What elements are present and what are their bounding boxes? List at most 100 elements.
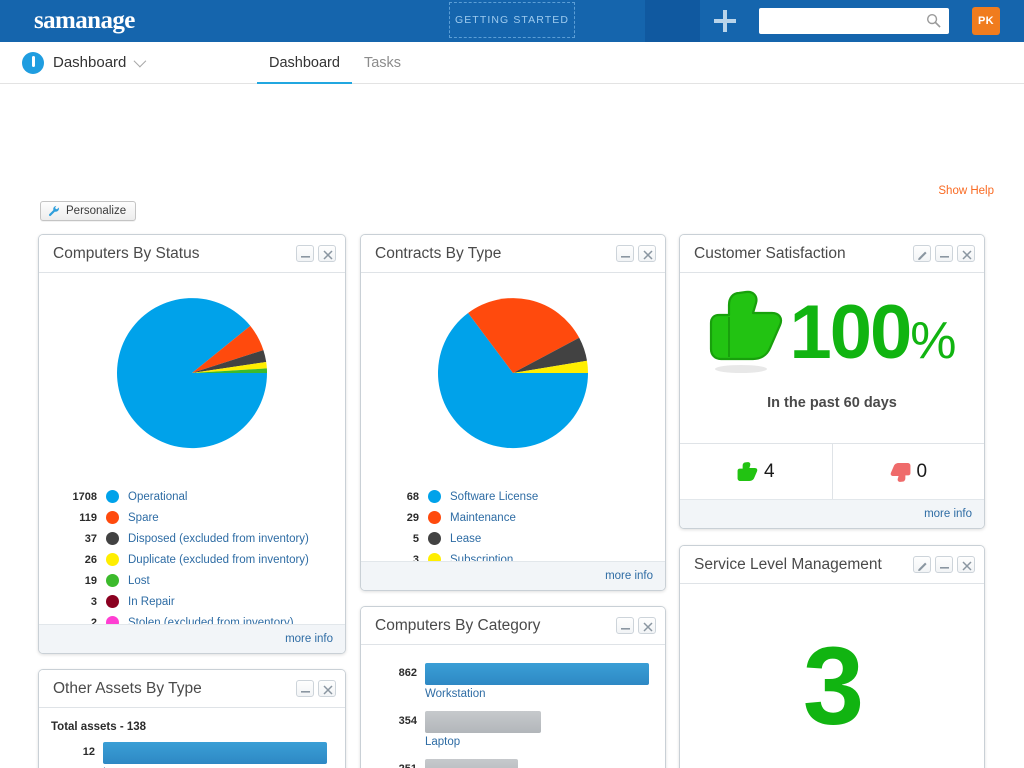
close-icon[interactable] (318, 245, 336, 262)
legend-value: 68 (406, 490, 419, 503)
show-help-link[interactable]: Show Help (938, 185, 994, 197)
legend-swatch (106, 511, 119, 524)
getting-started-button[interactable]: GETTING STARTED (449, 2, 575, 38)
legend-label: Spare (128, 511, 159, 524)
bar-track (425, 663, 649, 685)
personalize-label: Personalize (66, 205, 127, 217)
avatar[interactable]: PK (972, 7, 1000, 35)
search-icon (926, 13, 941, 28)
tab-dashboard[interactable]: Dashboard (257, 42, 352, 85)
legend-label: In Repair (128, 595, 175, 608)
legend-item[interactable]: 68 Software License (361, 486, 665, 507)
edit-pencil-icon[interactable] (913, 245, 931, 262)
widget-controls (616, 617, 656, 634)
close-icon[interactable] (638, 245, 656, 262)
bar-item[interactable]: 251 Server + VMware (371, 759, 665, 768)
bar-value: 12 (82, 746, 95, 758)
dashboard-content: Show Help Personalize Computers By Statu… (0, 84, 1024, 768)
legend-swatch (106, 553, 119, 566)
legend-item[interactable]: 26 Duplicate (excluded from inventory) (39, 549, 345, 570)
close-icon[interactable] (957, 245, 975, 262)
tab-tasks[interactable]: Tasks (352, 42, 413, 84)
breach-count: 3 (802, 625, 864, 748)
legend-swatch (106, 532, 119, 545)
legend-item[interactable]: 37 Disposed (excluded from inventory) (39, 528, 345, 549)
legend-label: Maintenance (450, 511, 516, 524)
widget-title: Computers By Status (53, 244, 200, 262)
legend-item[interactable]: 3 In Repair (39, 591, 345, 612)
satisfaction-breakdown: 4 0 (680, 443, 984, 500)
legend-value: 19 (84, 574, 97, 587)
close-icon[interactable] (638, 617, 656, 634)
widget-contracts-by-type: Contracts By Type 68 Software License 29… (360, 234, 666, 591)
edit-pencil-icon[interactable] (913, 556, 931, 573)
legend-swatch (428, 490, 441, 503)
widget-controls (616, 245, 656, 262)
global-search[interactable] (759, 8, 949, 34)
more-info-link[interactable]: more info (605, 570, 653, 582)
minimize-icon[interactable] (935, 556, 953, 573)
bar-item[interactable]: 12 Laptop (49, 742, 345, 768)
add-new-icon[interactable] (713, 9, 737, 33)
bar-track (425, 711, 541, 733)
minimize-icon[interactable] (616, 617, 634, 634)
widget-service-level-management: Service Level Management 3 Breaches in 3… (679, 545, 985, 768)
thumbs-down-cell[interactable]: 0 (831, 444, 985, 500)
widget-body: 1708 Operational 119 Spare 37 Disposed (… (39, 273, 345, 633)
widget-header: Service Level Management (680, 546, 984, 584)
pie-legend: 1708 Operational 119 Spare 37 Disposed (… (39, 486, 345, 633)
close-icon[interactable] (318, 680, 336, 697)
more-info-link[interactable]: more info (285, 633, 333, 645)
thumbs-down-icon (891, 462, 911, 482)
widget-body: 3 Breaches in 3 incidents In the past 60… (680, 584, 984, 768)
legend-item[interactable]: 119 Spare (39, 507, 345, 528)
bar-value: 354 (398, 715, 417, 727)
legend-value: 3 (90, 595, 97, 608)
legend-label: Disposed (excluded from inventory) (128, 532, 309, 545)
legend-item[interactable]: 5 Lease (361, 528, 665, 549)
samanage-logo[interactable]: samanage (34, 0, 135, 42)
widget-footer: more info (361, 561, 665, 590)
legend-item[interactable]: 1708 Operational (39, 486, 345, 507)
legend-value: 1708 (72, 490, 97, 503)
minimize-icon[interactable] (296, 680, 314, 697)
wrench-icon (48, 205, 59, 217)
sub-navigation-bar: Dashboard Dashboard Tasks (0, 42, 1024, 85)
more-info-link[interactable]: more info (924, 508, 972, 520)
legend-item[interactable]: 19 Lost (39, 570, 345, 591)
bar-item[interactable]: 354 Laptop (371, 711, 665, 759)
minimize-icon[interactable] (296, 245, 314, 262)
close-icon[interactable] (957, 556, 975, 573)
widget-customer-satisfaction: Customer Satisfaction 100% In the past 6… (679, 234, 985, 529)
satisfaction-subtitle: In the past 60 days (767, 395, 897, 411)
legend-swatch (428, 532, 441, 545)
personalize-button[interactable]: Personalize (40, 201, 137, 221)
search-input[interactable] (766, 9, 926, 33)
minimize-icon[interactable] (935, 245, 953, 262)
bar-label[interactable]: Workstation (425, 688, 486, 700)
widget-title: Computers By Category (375, 616, 541, 634)
widget-other-assets-by-type: Other Assets By Type Total assets - 138 … (38, 669, 346, 768)
thumbs-up-cell[interactable]: 4 (680, 444, 832, 500)
thumbs-up-small-icon (737, 462, 758, 482)
percent-symbol: % (910, 312, 956, 370)
widget-header: Computers By Category (361, 607, 665, 645)
app-switcher[interactable]: Dashboard (22, 51, 147, 74)
legend-item[interactable]: 29 Maintenance (361, 507, 665, 528)
widget-body: 68 Software License 29 Maintenance 5 Lea… (361, 273, 665, 570)
widget-title: Service Level Management (694, 555, 882, 573)
widget-header: Computers By Status (39, 235, 345, 273)
minimize-icon[interactable] (616, 245, 634, 262)
widget-header: Customer Satisfaction (680, 235, 984, 273)
legend-label: Duplicate (excluded from inventory) (128, 553, 309, 566)
legend-value: 37 (84, 532, 97, 545)
widget-footer: more info (680, 499, 984, 528)
bar-item[interactable]: 862 Workstation (371, 663, 665, 711)
header-accent-block (645, 0, 700, 42)
widget-controls (913, 556, 975, 573)
legend-label: Operational (128, 490, 188, 503)
legend-label: Lost (128, 574, 150, 587)
bar-label[interactable]: Laptop (425, 736, 460, 748)
satisfaction-percent: 100% (789, 295, 956, 371)
bar-track (103, 742, 327, 764)
